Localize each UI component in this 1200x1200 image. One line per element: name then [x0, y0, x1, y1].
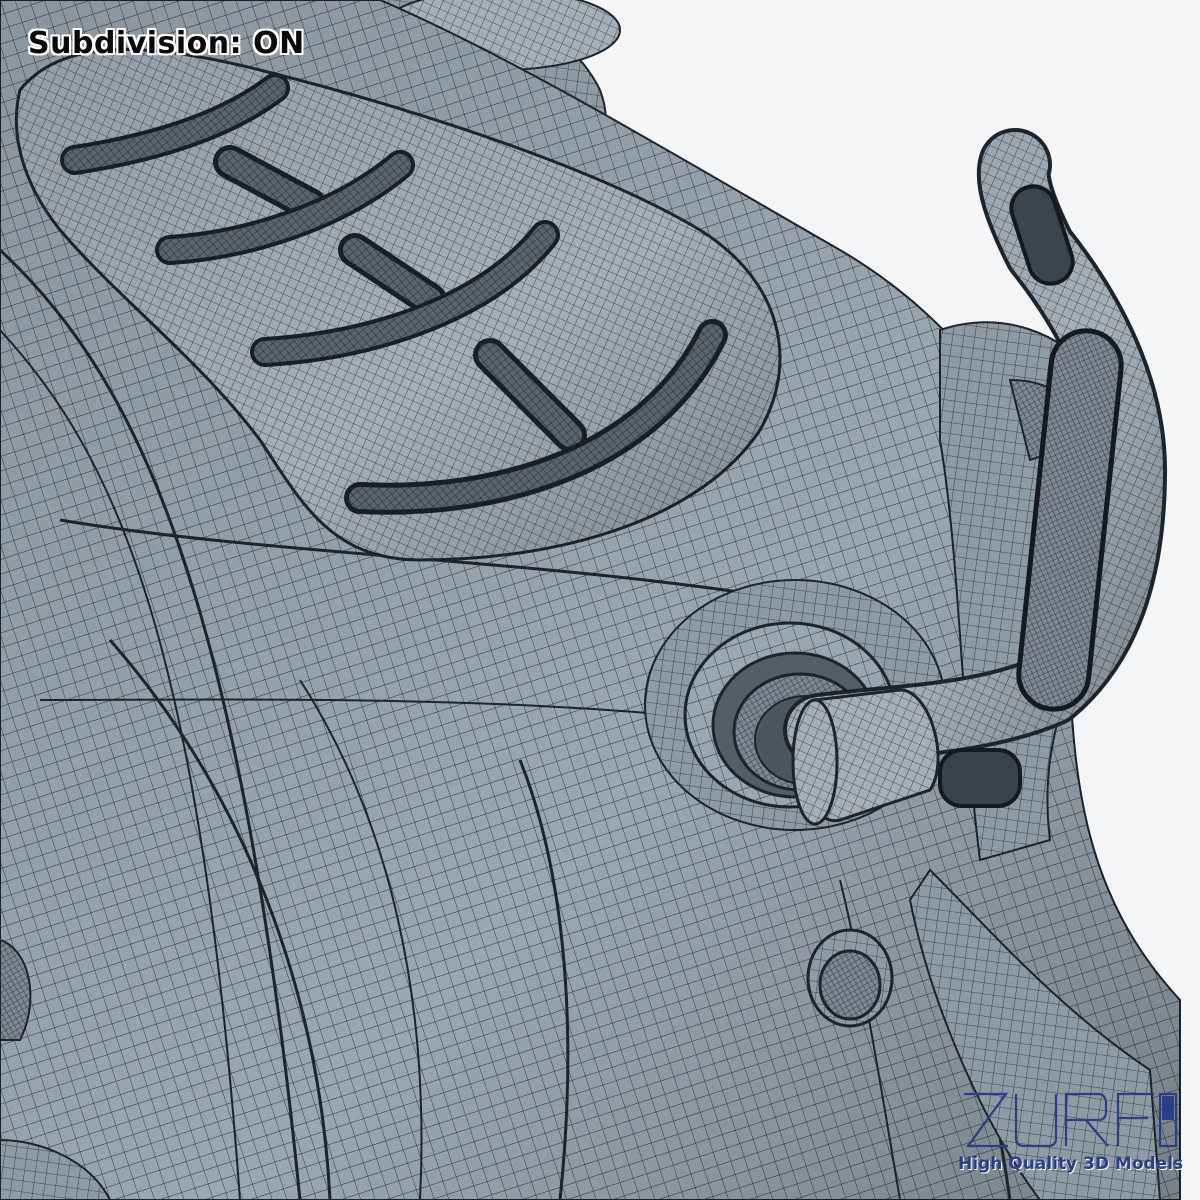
screw-hole: [806, 928, 894, 1028]
watermark: High Quality 3D Models: [958, 1090, 1184, 1190]
mesh-render: [0, 0, 1181, 1200]
subdivision-caption: Subdivision: ON: [28, 26, 305, 61]
zurf-logo-icon: [964, 1092, 1178, 1148]
watermark-tagline: High Quality 3D Models: [958, 1154, 1184, 1174]
